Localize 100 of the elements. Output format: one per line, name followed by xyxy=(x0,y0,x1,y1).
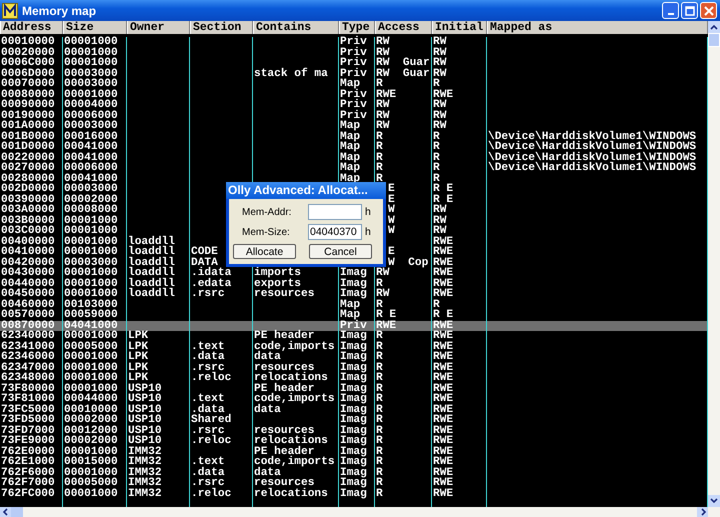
table-cell: 00041000 xyxy=(64,174,118,184)
table-cell: RW xyxy=(376,289,390,300)
table-cell: 00001000 xyxy=(64,384,118,394)
table-cell: 00270000 xyxy=(1,163,55,174)
table-cell: R xyxy=(376,278,383,289)
table-cell: 00070000 xyxy=(1,79,55,90)
table-cell: Imag xyxy=(340,436,367,446)
table-cell: 00001000 xyxy=(64,247,118,258)
table-cell: 00001000 xyxy=(64,331,118,342)
table-cell: loaddll xyxy=(128,289,175,300)
table-cell: stack of ma xyxy=(254,68,328,79)
table-cell: RWE xyxy=(433,488,454,499)
selected-row[interactable]: 00870000 04041000 Priv RWE RWE xyxy=(0,320,708,331)
table-cell: RWE xyxy=(433,373,454,384)
table-cell: loaddll xyxy=(128,247,175,258)
close-button[interactable] xyxy=(700,2,717,19)
table-cell: code,imports xyxy=(254,342,335,352)
table-cell: R xyxy=(433,132,440,142)
table-cell: Priv xyxy=(340,37,367,48)
table-cell: 00010000 xyxy=(64,404,118,415)
table-cell: 00003000 xyxy=(64,121,118,132)
table-cell: USP10 xyxy=(128,404,162,415)
table-cell: resources xyxy=(254,289,314,300)
scroll-thumb[interactable] xyxy=(11,507,23,517)
table-cell: RWE xyxy=(433,415,454,426)
table-cell: Priv xyxy=(340,110,367,121)
table-cell: relocations xyxy=(254,488,328,499)
table-cell: RW xyxy=(376,110,390,121)
table-cell: IMM32 xyxy=(128,478,162,488)
table-cell: 62348000 xyxy=(1,373,55,384)
table-cell: RW xyxy=(433,216,446,226)
table-cell: \Device\HarddiskVolume1\WINDOWS xyxy=(488,163,696,174)
allocate-button[interactable]: Allocate xyxy=(233,244,296,259)
table-cell: R xyxy=(376,394,383,404)
table-cell: Imag xyxy=(340,415,367,426)
table-cell: RW xyxy=(433,100,446,110)
column-header[interactable]: Access xyxy=(375,21,432,34)
column-header[interactable]: Contains xyxy=(253,21,339,34)
table-cell: data xyxy=(254,468,281,478)
scroll-left-icon[interactable] xyxy=(0,507,11,517)
table-cell: 62341000 xyxy=(1,342,55,352)
table-cell: 762FC000 xyxy=(1,488,55,499)
table-cell: RW Guar xyxy=(376,58,430,68)
table-cell: 00016000 xyxy=(64,132,118,142)
input-field[interactable] xyxy=(308,204,362,220)
table-cell: 001A0000 xyxy=(1,121,55,132)
table-cell: 00460000 xyxy=(1,300,55,310)
table-cell: 73FE9000 xyxy=(1,436,55,446)
table-cell: W xyxy=(388,205,395,216)
scroll-right-icon[interactable] xyxy=(697,507,708,517)
table-cell: data xyxy=(254,404,281,415)
table-cell: Imag xyxy=(340,478,367,488)
table-cell: RW xyxy=(433,68,446,79)
column-header[interactable]: Size xyxy=(63,21,127,34)
column-header[interactable]: Owner xyxy=(127,21,190,34)
table-cell: R xyxy=(376,362,383,373)
table-cell: loaddll xyxy=(128,258,175,268)
table-cell: Imag xyxy=(340,426,367,436)
table-cell: Priv xyxy=(340,68,367,79)
table-cell: R xyxy=(376,478,383,488)
table-cell: R xyxy=(376,415,383,426)
minimize-icon xyxy=(668,12,674,14)
table-cell: 762F6000 xyxy=(1,468,55,478)
column-header[interactable]: Type xyxy=(339,21,375,34)
table-cell: PE header xyxy=(254,331,314,342)
table-cell: Priv xyxy=(340,48,367,58)
table-cell: 762F7000 xyxy=(1,478,55,488)
scroll-up-icon[interactable] xyxy=(708,21,720,33)
scroll-down-icon[interactable] xyxy=(708,495,720,507)
table-cell: R xyxy=(376,457,383,468)
input-field[interactable]: 04040370 xyxy=(308,224,362,240)
table-cell: 00001000 xyxy=(64,37,118,48)
table-cell: Imag xyxy=(340,373,367,384)
minimize-button[interactable] xyxy=(662,2,679,19)
table-cell: code,imports xyxy=(254,457,335,468)
table-cell: R xyxy=(376,373,383,384)
table-cell: R xyxy=(433,152,440,163)
table-cell: loaddll xyxy=(128,268,175,278)
table-cell: Imag xyxy=(340,446,367,457)
cancel-button[interactable]: Cancel xyxy=(309,244,372,259)
table-cell: Imag xyxy=(340,468,367,478)
dialog-title: Olly Advanced: Allocat... xyxy=(226,182,386,199)
column-header[interactable]: Section xyxy=(190,21,253,34)
table-cell: .data xyxy=(191,404,225,415)
table-cell: R xyxy=(433,300,440,310)
table-cell: RWE xyxy=(376,90,396,100)
table-cell: 00006000 xyxy=(64,110,118,121)
table-cell: .text xyxy=(191,342,225,352)
table-cell: 00002000 xyxy=(64,194,118,205)
table-cell: 00059000 xyxy=(64,310,118,320)
table-cell: R E xyxy=(433,310,454,320)
column-header[interactable]: Address xyxy=(0,21,63,34)
maximize-button[interactable] xyxy=(681,2,698,19)
table-cell: 62346000 xyxy=(1,352,55,362)
table-cell: RW xyxy=(433,110,446,121)
scroll-thumb[interactable] xyxy=(708,33,720,47)
table-cell: 003B0000 xyxy=(1,216,55,226)
table-cell: .reloc xyxy=(191,436,232,446)
table-cell: .edata xyxy=(191,278,232,289)
column-header[interactable]: Initial xyxy=(432,21,487,34)
